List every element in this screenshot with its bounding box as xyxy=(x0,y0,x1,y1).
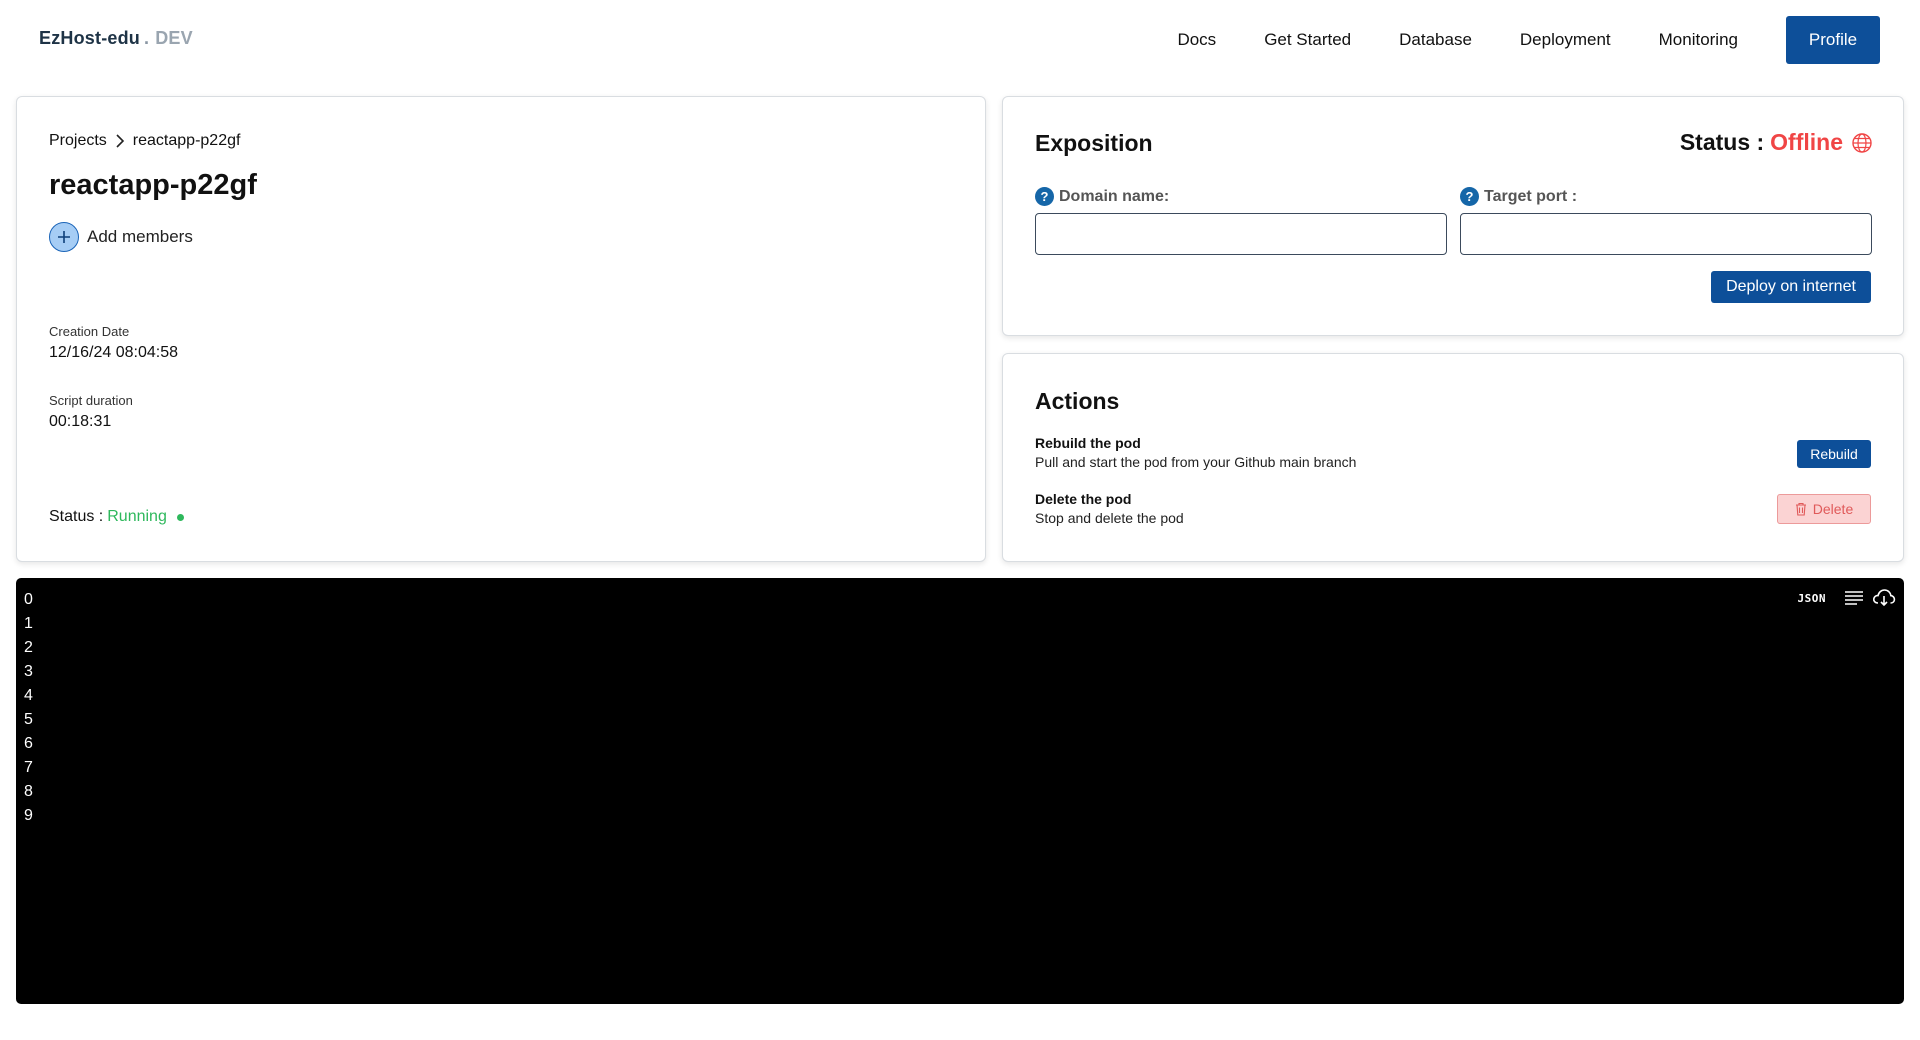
line-number: 8 xyxy=(24,783,33,800)
line-number: 0 xyxy=(24,591,33,608)
rebuild-title: Rebuild the pod xyxy=(1035,435,1141,451)
actions-card: Actions Rebuild the pod Pull and start t… xyxy=(1002,353,1904,562)
breadcrumb-current: reactapp-p22gf xyxy=(132,132,241,149)
nav-link-deployment[interactable]: Deployment xyxy=(1520,30,1611,50)
chevron-right-icon xyxy=(115,134,125,148)
line-numbers: 0 1 2 3 4 5 6 7 8 9 xyxy=(24,588,33,828)
add-members-label: Add members xyxy=(87,227,193,246)
status-value: Running xyxy=(107,508,167,525)
nav-link-monitoring[interactable]: Monitoring xyxy=(1659,30,1738,50)
project-card: Projects reactapp-p22gf reactapp-p22gf A… xyxy=(16,96,986,562)
status-dot-icon xyxy=(176,513,184,521)
brand-dot: . xyxy=(144,28,150,48)
delete-title: Delete the pod xyxy=(1035,491,1132,507)
add-members-button[interactable]: Add members xyxy=(49,222,193,252)
log-terminal[interactable]: 0 1 2 3 4 5 6 7 8 9 JSON xyxy=(16,578,1904,1004)
page-title: reactapp-p22gf xyxy=(49,169,257,201)
exposition-status-value: Offline xyxy=(1770,129,1843,155)
script-duration-value: 00:18:31 xyxy=(49,413,112,430)
wrap-lines-icon[interactable] xyxy=(1844,590,1864,606)
line-number: 5 xyxy=(24,711,33,728)
creation-date-value: 12/16/24 08:04:58 xyxy=(49,344,179,361)
delete-description: Stop and delete the pod xyxy=(1035,510,1184,526)
deploy-on-internet-button[interactable]: Deploy on internet xyxy=(1711,271,1871,303)
nav-link-get-started[interactable]: Get Started xyxy=(1264,30,1351,50)
line-number: 3 xyxy=(24,663,33,680)
creation-date-label: Creation Date xyxy=(49,324,130,339)
delete-button[interactable]: Delete xyxy=(1777,494,1871,524)
plus-circle-icon xyxy=(49,222,79,252)
globe-icon xyxy=(1851,132,1873,154)
nav-link-database[interactable]: Database xyxy=(1399,30,1472,50)
target-port-input[interactable] xyxy=(1460,213,1872,255)
target-port-label-text: Target port : xyxy=(1484,187,1578,205)
script-duration-label: Script duration xyxy=(49,393,133,408)
domain-name-label: ? Domain name: xyxy=(1035,187,1169,206)
exposition-card: Exposition Status : Offline ? Domain nam… xyxy=(1002,96,1904,336)
nav-link-docs[interactable]: Docs xyxy=(1177,30,1216,50)
delete-label: Delete xyxy=(1812,501,1854,517)
line-number: 1 xyxy=(24,615,33,632)
terminal-toolbar: JSON xyxy=(1798,588,1897,608)
line-number: 9 xyxy=(24,807,33,824)
trash-icon xyxy=(1795,502,1807,516)
line-number: 6 xyxy=(24,735,33,752)
status-label: Status : xyxy=(49,508,104,525)
navbar: EzHost-edu. DEV Docs Get Started Database… xyxy=(0,0,1920,80)
nav-links: Docs Get Started Database Deployment Mon… xyxy=(1177,16,1880,64)
brand-name: EzHost-edu xyxy=(39,28,140,48)
exposition-status: Status : Offline xyxy=(1680,129,1873,156)
help-icon[interactable]: ? xyxy=(1460,187,1479,206)
breadcrumb-projects[interactable]: Projects xyxy=(49,132,107,150)
line-number: 7 xyxy=(24,759,33,776)
help-icon[interactable]: ? xyxy=(1035,187,1054,206)
rebuild-button[interactable]: Rebuild xyxy=(1797,440,1871,468)
profile-button[interactable]: Profile xyxy=(1786,16,1880,64)
breadcrumb: Projects reactapp-p22gf xyxy=(49,132,240,150)
brand-logo[interactable]: EzHost-edu. DEV xyxy=(39,28,193,49)
domain-name-label-text: Domain name: xyxy=(1059,187,1170,205)
line-number: 2 xyxy=(24,639,33,656)
json-toggle[interactable]: JSON xyxy=(1798,592,1827,605)
target-port-label: ? Target port : xyxy=(1460,187,1577,206)
cloud-download-icon[interactable] xyxy=(1872,588,1896,608)
project-status: Status : Running xyxy=(49,508,184,526)
actions-title: Actions xyxy=(1035,388,1120,414)
brand-env: DEV xyxy=(155,28,193,48)
rebuild-description: Pull and start the pod from your Github … xyxy=(1035,454,1357,470)
exposition-title: Exposition xyxy=(1035,130,1153,156)
exposition-status-label: Status : xyxy=(1679,129,1765,155)
domain-name-input[interactable] xyxy=(1035,213,1447,255)
line-number: 4 xyxy=(24,687,33,704)
